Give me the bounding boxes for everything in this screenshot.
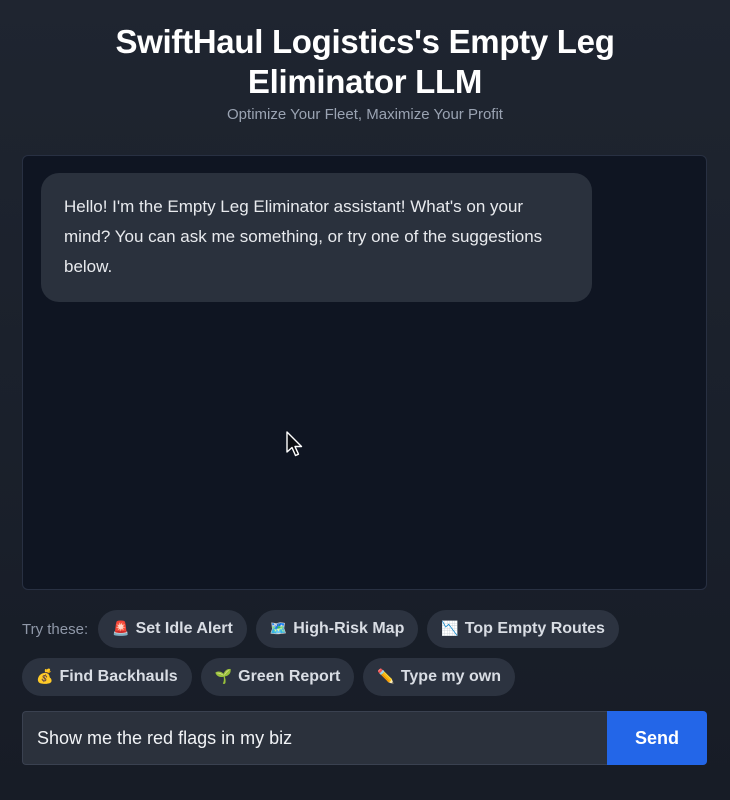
chip-label: Green Report [238,668,341,685]
map-icon: 🗺️ [269,621,288,637]
app-header: SwiftHaul Logistics's Empty Leg Eliminat… [0,22,730,123]
chip-label: Find Backhauls [59,668,178,685]
message-input[interactable] [22,711,607,765]
chip-label: High-Risk Map [293,620,405,637]
chip-label: Top Empty Routes [464,620,605,637]
try-these-label: Try these: [22,620,89,638]
chip-label: Type my own [400,668,501,685]
page-subtitle: Optimize Your Fleet, Maximize Your Profi… [227,106,503,123]
seedling-icon: 🌱 [214,669,233,685]
chip-label: Set Idle Alert [135,620,233,637]
siren-icon: 🚨 [112,621,130,637]
suggestion-row-2: 💰 Find Backhauls 🌱 Green Report ✏️ Type … [22,658,524,696]
assistant-message: Hello! I'm the Empty Leg Eliminator assi… [41,173,592,302]
message-composer: Send [22,711,707,765]
chart-down-icon: 📉 [441,621,459,637]
chip-top-empty-routes[interactable]: 📉 Top Empty Routes [427,610,619,648]
page-title: SwiftHaul Logistics's Empty Leg Eliminat… [115,23,615,100]
mouse-pointer-icon [286,431,303,457]
send-button[interactable]: Send [607,711,707,765]
pencil-icon: ✏️ [377,669,395,685]
money-bag-icon: 💰 [36,669,54,685]
chip-type-my-own[interactable]: ✏️ Type my own [363,658,515,696]
chip-find-backhauls[interactable]: 💰 Find Backhauls [22,658,192,696]
chip-set-idle-alert[interactable]: 🚨 Set Idle Alert [98,610,247,648]
chip-high-risk-map[interactable]: 🗺️ High-Risk Map [255,610,419,648]
chat-panel[interactable]: Hello! I'm the Empty Leg Eliminator assi… [22,155,707,590]
chip-green-report[interactable]: 🌱 Green Report [200,658,355,696]
suggestion-row-1: Try these: 🚨 Set Idle Alert 🗺️ High-Risk… [22,610,628,648]
